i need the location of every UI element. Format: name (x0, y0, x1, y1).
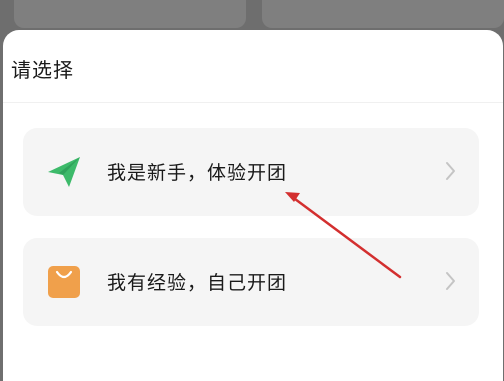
chevron-right-icon (446, 272, 455, 290)
bottom-sheet: 请选择 我是新手，体验开团 我有经验，自己开团 (3, 30, 503, 381)
divider (3, 102, 503, 103)
option-label: 我是新手，体验开团 (107, 162, 288, 184)
option-beginner-group[interactable]: 我是新手，体验开团 (23, 128, 479, 216)
sheet-title: 请选择 (11, 58, 74, 82)
option-experienced-group[interactable]: 我有经验，自己开团 (23, 238, 479, 326)
chevron-right-icon (446, 162, 455, 180)
shopping-bag-icon (48, 266, 80, 298)
option-label: 我有经验，自己开团 (107, 272, 288, 294)
background-card (262, 0, 504, 28)
background-card (14, 0, 246, 28)
paper-plane-icon (48, 157, 80, 187)
